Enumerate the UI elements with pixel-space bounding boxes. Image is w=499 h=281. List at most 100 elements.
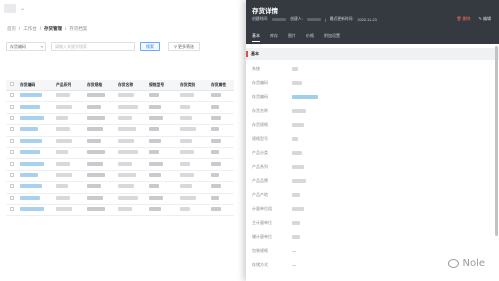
drawer-scrollbar[interactable]	[495, 46, 498, 236]
table-cell[interactable]	[20, 207, 56, 213]
row-checkbox[interactable]	[10, 150, 14, 155]
table-row[interactable]	[6, 125, 234, 137]
field-value: —	[292, 248, 296, 253]
row-checkbox[interactable]	[10, 161, 14, 166]
column-header[interactable]: 产品系列	[56, 80, 87, 90]
table-cell[interactable]	[20, 93, 56, 99]
column-header[interactable]: 存货编码	[20, 80, 56, 90]
table-cell	[118, 161, 149, 168]
table-row[interactable]	[6, 114, 234, 126]
table-cell	[56, 104, 87, 111]
delete-button[interactable]: 🗑 删除	[456, 16, 470, 22]
column-header[interactable]: 规格型号	[149, 80, 180, 90]
field-value	[292, 123, 304, 127]
table-cell	[180, 93, 211, 99]
breadcrumb-item[interactable]: 工作台	[23, 26, 37, 32]
modified-value: 2020-11-23	[357, 17, 377, 22]
table-cell[interactable]	[20, 150, 56, 156]
table-cell	[149, 172, 180, 179]
table-cell[interactable]	[20, 115, 56, 122]
row-checkbox[interactable]	[10, 115, 14, 120]
section-header: 基本	[246, 48, 499, 60]
table-cell[interactable]	[20, 104, 56, 111]
row-checkbox[interactable]	[10, 104, 14, 109]
drawer-tabs: 基本 库存 图片 价格 附加设置	[252, 33, 340, 42]
table-row[interactable]	[6, 171, 234, 183]
table-row[interactable]	[6, 102, 234, 114]
row-checkbox[interactable]	[10, 138, 14, 143]
field-label: 产品系列	[252, 164, 268, 169]
breadcrumb-item[interactable]: 存货管理	[44, 26, 62, 32]
tab-basic[interactable]: 基本	[252, 33, 260, 42]
table-cell	[211, 138, 234, 145]
table-row[interactable]	[6, 91, 234, 103]
table-cell	[211, 104, 234, 111]
tab-stock[interactable]: 库存	[270, 33, 278, 42]
table-cell	[56, 127, 87, 133]
table-cell[interactable]	[20, 184, 56, 190]
table-cell[interactable]	[20, 127, 56, 133]
search-button[interactable]: 搜索	[140, 42, 160, 51]
table-cell	[87, 115, 118, 122]
search-input[interactable]: 请输入关键字搜索	[51, 42, 135, 51]
row-checkbox[interactable]	[10, 172, 14, 177]
column-header[interactable]: 存货类别	[180, 80, 211, 90]
field-value	[292, 179, 306, 183]
table-cell	[211, 150, 234, 156]
table-cell	[211, 127, 234, 133]
field-value: —	[292, 262, 296, 267]
field-label: 存货规格	[252, 122, 268, 127]
table-cell	[56, 195, 87, 202]
field-label: 产品分类	[252, 150, 268, 155]
field-value[interactable]	[292, 95, 318, 99]
table-cell[interactable]	[20, 161, 56, 168]
breadcrumb-item[interactable]: 首页	[7, 26, 16, 32]
table-row[interactable]	[6, 182, 234, 194]
detail-field: 主计量单位	[246, 216, 499, 230]
table-row[interactable]	[6, 148, 234, 160]
field-value	[292, 67, 298, 71]
column-header[interactable]: 存货名称	[118, 80, 149, 90]
table-cell[interactable]	[20, 195, 56, 202]
tab-price[interactable]: 价格	[306, 33, 314, 42]
table-cell	[149, 184, 180, 190]
table-row[interactable]	[6, 205, 234, 217]
column-header[interactable]: 存货规格	[87, 80, 118, 90]
row-checkbox[interactable]	[10, 207, 14, 212]
field-value	[292, 165, 304, 169]
select-all-checkbox[interactable]	[10, 82, 14, 86]
field-label: 规格型号	[252, 136, 268, 141]
tab-extra[interactable]: 附加设置	[324, 33, 340, 42]
table-cell[interactable]	[20, 172, 56, 179]
filter-bar: 存货编码 ▾ 请输入关键字搜索 搜索 ⚲ 更多筛选	[6, 42, 238, 53]
advanced-filter-label: 更多筛选	[178, 44, 195, 49]
detail-fields: 系统 存货编码 存货编码 存货名称 存货规格 规格型号 产品分类 产品系列 产品品牌 产品产地 计量…	[246, 62, 499, 272]
table-cell	[87, 93, 118, 99]
row-checkbox[interactable]	[10, 184, 14, 189]
row-checkbox[interactable]	[10, 93, 14, 98]
table-cell	[180, 172, 211, 179]
column-header[interactable]: 存货属性	[211, 80, 234, 90]
field-label: 存货编码	[252, 94, 268, 99]
edit-button[interactable]: ✎ 编辑	[479, 16, 491, 22]
table-row[interactable]	[6, 137, 234, 148]
table-cell	[118, 184, 149, 190]
table-cell[interactable]	[20, 138, 56, 145]
detail-field: 存货编码	[246, 76, 499, 90]
chevron-down-icon: ▾	[40, 44, 43, 49]
table-row[interactable]	[6, 194, 234, 205]
tab-images[interactable]: 图片	[288, 33, 296, 42]
inventory-table: 存货编码 产品系列 存货规格 存货名称 规格型号 存货类别 存货属性	[6, 80, 234, 217]
table-cell	[87, 172, 118, 179]
row-checkbox[interactable]	[10, 127, 14, 132]
field-value	[292, 109, 306, 113]
row-checkbox[interactable]	[10, 195, 14, 200]
chevron-down-icon[interactable]: ⌄	[20, 5, 25, 12]
advanced-filter-button[interactable]: ⚲ 更多筛选	[168, 42, 200, 51]
created-label: 创建时间:	[252, 17, 269, 21]
table-cell	[180, 150, 211, 156]
table-cell	[149, 104, 180, 111]
field-select[interactable]: 存货编码 ▾	[6, 42, 46, 51]
table-row[interactable]	[6, 159, 234, 171]
detail-drawer: 存货详情 创建时间: 创建人: | 最近更新时间: 2020-11-23 🗑 删…	[246, 0, 499, 281]
